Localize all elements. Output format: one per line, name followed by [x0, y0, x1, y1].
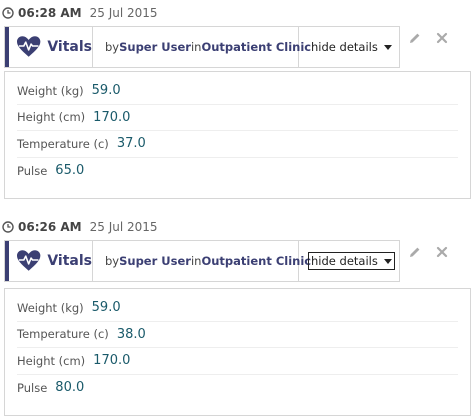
encounter-provider-info: by Super User in Outpatient Clinic — [93, 241, 311, 281]
in-label: in — [190, 254, 202, 268]
clock-icon — [2, 7, 14, 19]
observation-row: Temperature (c) 37.0 — [17, 131, 458, 158]
heartbeat-icon — [16, 36, 41, 57]
encounter-datetime: 06:26 AM 25 Jul 2015 — [0, 214, 474, 240]
encounter-type: Vitals — [5, 241, 93, 281]
encounter-title: Vitals — [47, 39, 92, 55]
clock-icon — [2, 221, 14, 233]
provider-name: Super User — [119, 254, 191, 268]
close-icon[interactable] — [436, 32, 448, 44]
details-toggle-cell: hide details — [299, 27, 399, 67]
hide-details-label: hide details — [311, 254, 378, 268]
observation-row: Pulse 80.0 — [17, 375, 458, 402]
pencil-icon[interactable] — [409, 32, 421, 44]
close-icon[interactable] — [436, 246, 448, 258]
in-label: in — [190, 40, 202, 54]
encounter-date: 25 Jul 2015 — [89, 6, 158, 20]
observation-row: Pulse 65.0 — [17, 158, 458, 185]
observation-row: Temperature (c) 38.0 — [17, 322, 458, 348]
observation-label: Weight (kg) — [17, 300, 84, 315]
encounter-type: Vitals — [5, 27, 93, 67]
observation-row: Weight (kg) 59.0 — [17, 295, 458, 322]
hide-details-toggle[interactable]: hide details — [308, 38, 395, 56]
observation-row: Height (cm) 170.0 — [17, 105, 458, 131]
encounter-date: 25 Jul 2015 — [89, 220, 158, 234]
encounter-header: Vitals by Super User in Outpatient Clini… — [0, 240, 474, 285]
encounter-datetime: 06:28 AM 25 Jul 2015 — [0, 0, 474, 26]
observation-label: Weight (kg) — [17, 83, 84, 98]
encounter-summary-box: Vitals by Super User in Outpatient Clini… — [4, 26, 400, 68]
observation-value: 170.0 — [93, 353, 131, 369]
observation-label: Temperature (c) — [17, 327, 109, 342]
hide-details-toggle[interactable]: hide details — [308, 252, 395, 270]
observations-panel: Weight (kg) 59.0 Temperature (c) 38.0 He… — [4, 288, 471, 416]
encounter-time: 06:26 AM — [18, 220, 82, 234]
observation-value: 59.0 — [91, 300, 121, 316]
encounter-provider-info: by Super User in Outpatient Clinic — [93, 27, 311, 67]
by-label: by — [105, 40, 120, 54]
observation-value: 59.0 — [91, 83, 121, 99]
observation-value: 170.0 — [93, 109, 131, 125]
heartbeat-icon — [16, 250, 41, 271]
caret-down-icon — [383, 44, 392, 50]
provider-name: Super User — [119, 40, 191, 54]
observation-row: Weight (kg) 59.0 — [17, 78, 458, 105]
observation-value: 38.0 — [116, 326, 146, 342]
hide-details-label: hide details — [311, 40, 378, 54]
observation-label: Height (cm) — [17, 110, 86, 125]
observation-value: 65.0 — [55, 163, 85, 179]
observation-row: Height (cm) 170.0 — [17, 348, 458, 375]
caret-down-icon — [383, 258, 392, 264]
pencil-icon[interactable] — [409, 246, 421, 258]
encounter-time: 06:28 AM — [18, 6, 82, 20]
by-label: by — [105, 254, 120, 268]
encounter-card: 06:26 AM 25 Jul 2015 Vitals by Super Use… — [0, 214, 474, 416]
observation-value: 37.0 — [116, 136, 146, 152]
encounter-header: Vitals by Super User in Outpatient Clini… — [0, 26, 474, 71]
encounter-card: 06:28 AM 25 Jul 2015 Vitals by Super Use… — [0, 0, 474, 199]
observations-panel: Weight (kg) 59.0 Height (cm) 170.0 Tempe… — [4, 71, 471, 199]
location-name: Outpatient Clinic — [201, 40, 312, 54]
details-toggle-cell: hide details — [299, 241, 399, 281]
observation-value: 80.0 — [55, 380, 85, 396]
observation-label: Pulse — [17, 380, 48, 395]
location-name: Outpatient Clinic — [201, 254, 312, 268]
observation-label: Temperature (c) — [17, 136, 109, 151]
observation-label: Height (cm) — [17, 353, 86, 368]
encounter-title: Vitals — [47, 253, 92, 269]
encounter-summary-box: Vitals by Super User in Outpatient Clini… — [4, 240, 400, 282]
observation-label: Pulse — [17, 163, 48, 178]
